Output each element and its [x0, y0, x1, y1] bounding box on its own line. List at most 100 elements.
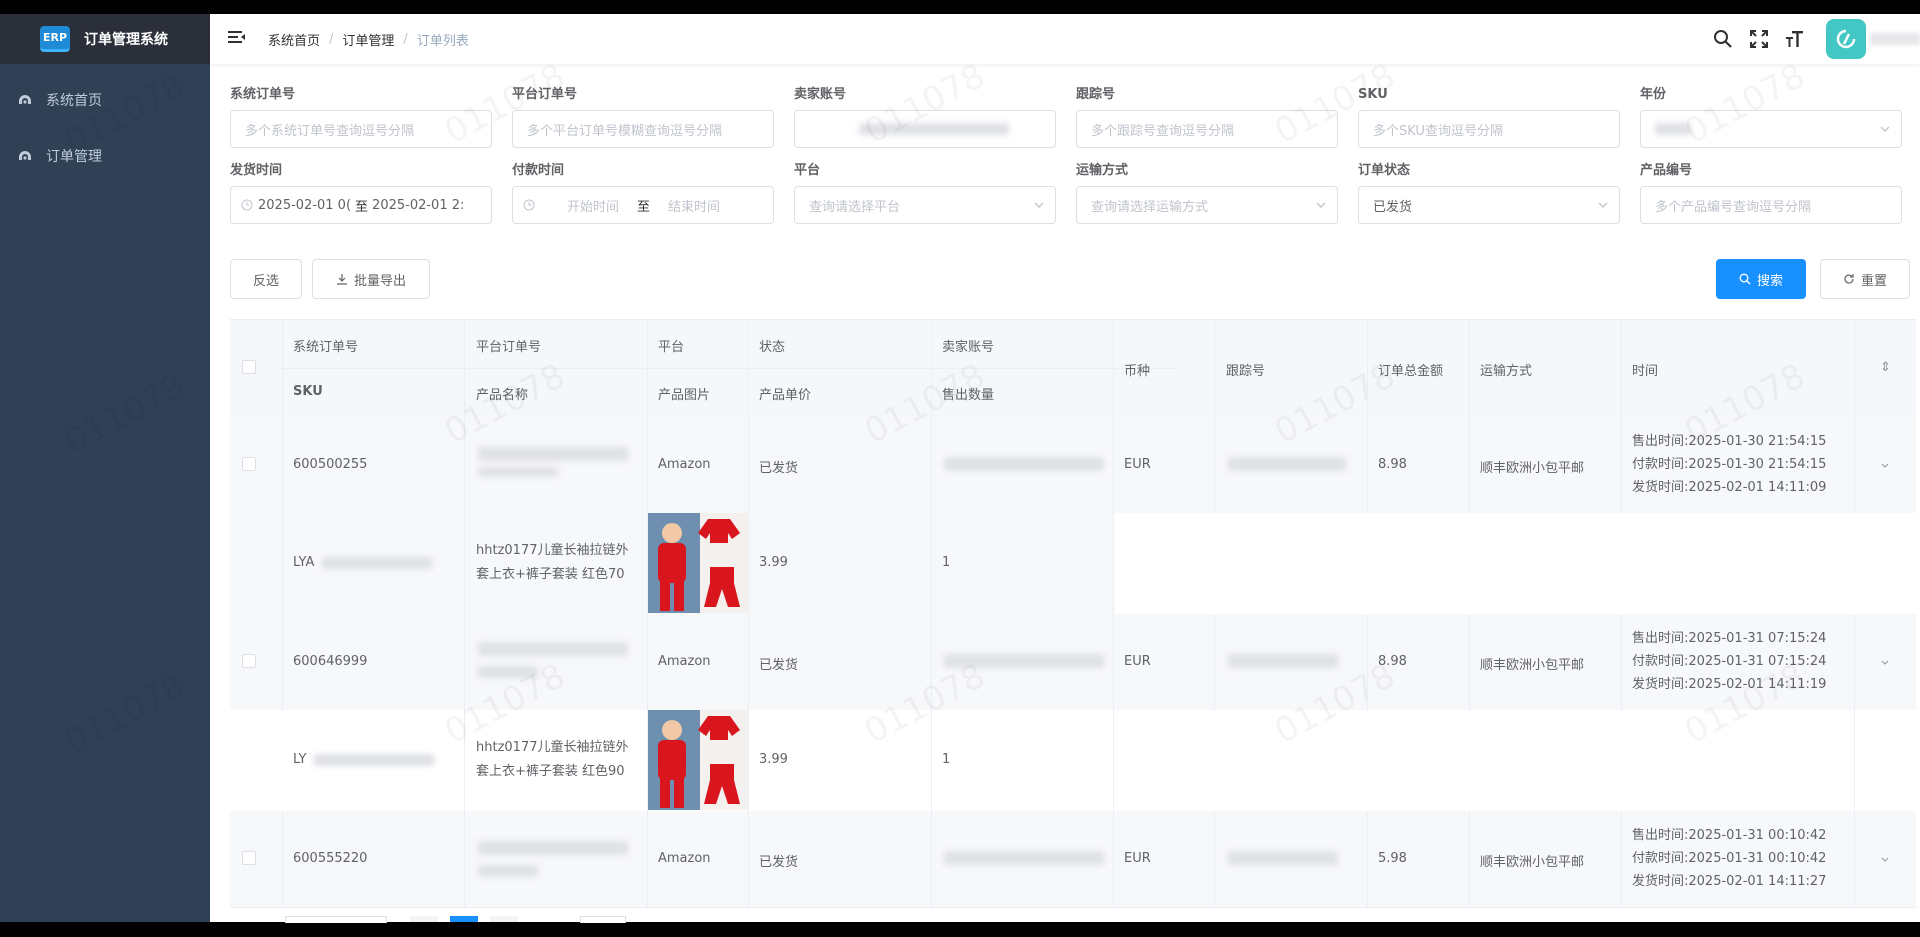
- order-status-value: 已发货: [1373, 199, 1413, 215]
- table-row[interactable]: 600500255 Amazon 已发货 EUR 8.98 顺丰欧洲小包平邮 售…: [230, 417, 1916, 514]
- status-value: 已发货: [759, 855, 799, 870]
- shipping-value: 顺丰欧洲小包平邮: [1480, 658, 1585, 673]
- breadcrumb-orders[interactable]: 订单管理: [342, 30, 394, 49]
- redacted-sku: [322, 557, 432, 569]
- hamburger-icon[interactable]: [228, 29, 248, 49]
- product-image[interactable]: [648, 710, 748, 810]
- order-status-select[interactable]: 已发货: [1358, 186, 1620, 224]
- chevron-down-icon: [1034, 202, 1044, 208]
- row-checkbox[interactable]: [242, 654, 256, 668]
- tracking-no-input[interactable]: 多个跟踪号查询逗号分隔: [1076, 110, 1338, 148]
- current-page-button[interactable]: [450, 916, 478, 922]
- col-shipping: 运输方式: [1480, 364, 1533, 379]
- pay-time-range[interactable]: 开始时间 至 结束时间: [512, 186, 774, 224]
- app-frame: ERP 订单管理系统 系统首页 订单管理 系统首页 / 订单管理 / 订单列表 …: [0, 14, 1920, 922]
- pay-time: 付款时间:2025-01-31 07:15:24: [1632, 654, 1827, 669]
- col-product-image: 产品图片: [658, 388, 711, 403]
- qty-sold: 1: [942, 555, 951, 570]
- sidebar-item-orders[interactable]: 订单管理: [0, 128, 210, 184]
- navbar: 系统首页 / 订单管理 / 订单列表: [210, 14, 1920, 64]
- product-code-label: 产品编号: [1640, 163, 1693, 178]
- col-total: 订单总金额: [1378, 364, 1444, 379]
- redacted-sku: [314, 754, 434, 766]
- row-checkbox[interactable]: [242, 457, 256, 471]
- sold-time: 售出时间:2025-01-30 21:54:15: [1632, 434, 1827, 449]
- expand-chevron-icon[interactable]: [1880, 658, 1890, 668]
- redacted-platform-order: [478, 841, 628, 855]
- sys-order-no: 600500255: [293, 457, 368, 472]
- seller-account-label: 卖家账号: [794, 87, 847, 102]
- page-size-select[interactable]: [285, 916, 387, 923]
- product-name-line: 套上衣+裤子套装 红色90: [476, 764, 625, 779]
- shipping-method-select[interactable]: 查询请选择运输方式: [1076, 186, 1338, 224]
- redacted-seller: [944, 654, 1104, 668]
- reset-button[interactable]: 重置: [1820, 259, 1910, 299]
- username-redacted: [1870, 33, 1920, 45]
- chevron-down-icon: [1598, 202, 1608, 208]
- sidebar-item-label: 系统首页: [46, 93, 102, 109]
- fullscreen-icon[interactable]: [1748, 28, 1770, 50]
- font-size-icon[interactable]: [1784, 28, 1806, 50]
- pay-time: 付款时间:2025-01-31 00:10:42: [1632, 851, 1827, 866]
- platform-select[interactable]: 查询请选择平台: [794, 186, 1056, 224]
- platform-value: Amazon: [658, 851, 711, 866]
- dashboard-icon: [18, 149, 32, 163]
- sku-input[interactable]: 多个SKU查询逗号分隔: [1358, 110, 1620, 148]
- ship-time: 发货时间:2025-02-01 14:11:19: [1632, 677, 1827, 692]
- app-title: 订单管理系统: [84, 32, 168, 48]
- status-value: 已发货: [759, 461, 799, 476]
- avatar[interactable]: [1826, 19, 1866, 59]
- select-all-checkbox[interactable]: [242, 360, 256, 374]
- breadcrumb-home[interactable]: 系统首页: [268, 30, 320, 49]
- product-name: hhtz0177儿童长袖拉链外 套上衣+裤子套装 红色90: [476, 736, 628, 784]
- pay-time-end: 结束时间: [668, 199, 721, 215]
- batch-export-button[interactable]: 批量导出: [312, 259, 430, 299]
- table-row[interactable]: 600646999 Amazon 已发货 EUR 8.98 顺丰欧洲小包平邮 售…: [230, 614, 1916, 711]
- sidebar-item-home[interactable]: 系统首页: [0, 72, 210, 128]
- table-subrow: LY hhtz0177儿童长袖拉链外 套上衣+裤子套装 红色90 3.99 1: [230, 710, 1916, 812]
- ship-time-range[interactable]: 2025-02-01 0( 至 2025-02-01 2:: [230, 186, 492, 224]
- redacted-platform-order: [478, 447, 628, 461]
- dashboard-icon: [18, 93, 32, 107]
- sold-time: 售出时间:2025-01-31 00:10:42: [1632, 828, 1827, 843]
- platform-order-input[interactable]: 多个平台订单号模糊查询逗号分隔: [512, 110, 774, 148]
- ship-time-start: 2025-02-01 0(: [258, 197, 352, 213]
- expand-chevron-icon[interactable]: [1880, 855, 1890, 865]
- table-row[interactable]: 600555220 Amazon 已发货 EUR 5.98 顺丰欧洲小包平邮 售…: [230, 811, 1916, 908]
- search-icon: [1739, 273, 1751, 285]
- invert-select-button[interactable]: 反选: [230, 259, 302, 299]
- currency-value: EUR: [1124, 851, 1151, 866]
- chevron-down-icon: [1316, 202, 1326, 208]
- main-area: 系统首页 / 订单管理 / 订单列表 系统订单号 多个系统订单号查询逗号分隔 平…: [210, 14, 1920, 922]
- currency-value: EUR: [1124, 457, 1151, 472]
- col-seller: 卖家账号: [942, 340, 995, 355]
- col-qty-sold: 售出数量: [942, 388, 995, 403]
- redacted-platform-order: [478, 642, 628, 656]
- subrow-blank: [1114, 513, 1916, 614]
- search-icon[interactable]: [1712, 28, 1734, 50]
- search-button[interactable]: 搜索: [1716, 259, 1806, 299]
- redacted-tracking: [1228, 457, 1346, 471]
- platform-order-label: 平台订单号: [512, 87, 578, 102]
- year-select[interactable]: [1640, 110, 1902, 148]
- col-time: 时间: [1632, 364, 1659, 379]
- year-label: 年份: [1640, 87, 1667, 102]
- prev-page-button[interactable]: [410, 916, 438, 922]
- product-name-line: 套上衣+裤子套装 红色70: [476, 567, 625, 582]
- erp-logo: ERP: [40, 26, 70, 52]
- page-button[interactable]: [490, 916, 518, 922]
- product-image[interactable]: [648, 513, 748, 613]
- row-checkbox[interactable]: [242, 851, 256, 865]
- seller-account-input[interactable]: [794, 110, 1056, 148]
- product-code-input[interactable]: 多个产品编号查询逗号分隔: [1640, 186, 1902, 224]
- sort-icon[interactable]: ⇕: [1880, 360, 1891, 375]
- breadcrumb: 系统首页 / 订单管理 / 订单列表: [268, 30, 469, 49]
- chevron-down-icon: [1880, 126, 1890, 132]
- expand-chevron-icon[interactable]: [1880, 461, 1890, 471]
- col-tracking: 跟踪号: [1226, 364, 1266, 379]
- sys-order-input[interactable]: 多个系统订单号查询逗号分隔: [230, 110, 492, 148]
- page-jump-input[interactable]: [580, 916, 626, 923]
- qty-sold: 1: [942, 752, 951, 767]
- col-sys-order: 系统订单号: [293, 340, 359, 355]
- product-name-line: hhtz0177儿童长袖拉链外: [476, 740, 629, 755]
